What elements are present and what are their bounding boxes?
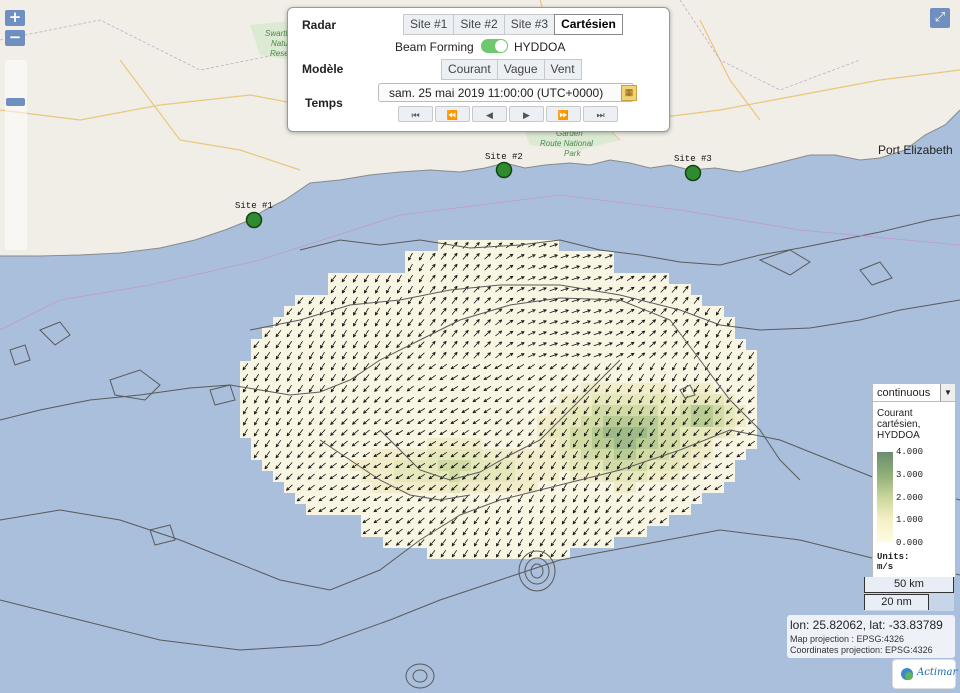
units-label: Units:	[877, 552, 910, 562]
park-label-2b: Route National	[540, 139, 593, 148]
logo-icon-inner	[905, 672, 913, 680]
legend-tick: 3.000	[896, 470, 924, 480]
legend-mode-value: continuous	[877, 387, 931, 399]
tab-site-2[interactable]: Site #2	[453, 14, 505, 35]
legend-title-line: cartésien,	[877, 419, 921, 430]
units-value: m/s	[877, 562, 894, 572]
zoom-in-button[interactable]: +	[5, 10, 25, 26]
tab-vague[interactable]: Vague	[496, 59, 545, 80]
expand-icon[interactable]: ⤢	[930, 8, 950, 28]
beam-forming-toggle[interactable]	[481, 39, 508, 53]
coordinates-readout: lon: 25.82062, lat: -33.83789 Map projec…	[787, 615, 955, 658]
tab-site-1[interactable]: Site #1	[403, 14, 455, 35]
logo-text: Actimar	[917, 667, 958, 678]
nav-first-button[interactable]: ⏮	[398, 106, 433, 122]
scale-nm: 20 nm	[864, 594, 929, 610]
nav-last-button[interactable]: ⏭	[583, 106, 618, 122]
model-tabs: Courant Vague Vent	[441, 59, 582, 80]
zoom-bar[interactable]	[5, 60, 27, 250]
site-label: Site #1	[235, 201, 273, 211]
legend-mode-select[interactable]: continuous ▼	[873, 384, 955, 402]
nav-next-button[interactable]: ▶	[509, 106, 544, 122]
legend-tick: 0.000	[896, 538, 924, 548]
scale-bar: 50 km 20 nm	[864, 577, 954, 611]
site-marker[interactable]	[495, 161, 513, 179]
legend-title-line: Courant	[877, 408, 913, 419]
site-label: Site #2	[485, 152, 523, 162]
legend-gradient	[877, 452, 893, 542]
legend-units: Units: m/s	[877, 552, 909, 572]
tab-site-3[interactable]: Site #3	[503, 14, 556, 35]
zoom-slider-handle[interactable]	[6, 98, 25, 106]
radar-label: Radar	[302, 18, 337, 32]
scale-km: 50 km	[864, 577, 954, 593]
coord-projection-text: Coordinates projection: EPSG:4326	[790, 645, 933, 655]
city-label: Port Elizabeth	[878, 143, 953, 157]
tab-vent[interactable]: Vent	[543, 59, 582, 80]
legend-tick: 4.000	[896, 447, 924, 457]
zoom-out-button[interactable]: −	[5, 30, 25, 46]
datetime-field[interactable]: sam. 25 mai 2019 11:00:00 (UTC+0000)	[378, 83, 634, 102]
site-marker[interactable]	[245, 211, 263, 229]
color-legend: continuous ▼ Courant cartésien, HYDDOA 4…	[872, 383, 956, 578]
site-label: Site #3	[674, 154, 712, 164]
nav-fast-back-button[interactable]: ⏪	[435, 106, 470, 122]
actimar-logo[interactable]: Actimar	[892, 659, 958, 689]
lonlat-text: lon: 25.82062, lat: -33.83789	[790, 618, 943, 632]
legend-title-line: HYDDOA	[877, 430, 920, 441]
chevron-down-icon[interactable]: ▼	[940, 384, 955, 401]
map-projection-text: Map projection : EPSG:4326	[790, 634, 905, 644]
legend-tick: 2.000	[896, 493, 924, 503]
nav-fast-forward-button[interactable]: ⏩	[546, 106, 581, 122]
nav-prev-button[interactable]: ◀	[472, 106, 507, 122]
legend-title: Courant cartésien, HYDDOA	[877, 408, 953, 441]
model-label: Modèle	[302, 62, 344, 76]
control-panel: Radar Site #1 Site #2 Site #3 Cartésien …	[287, 7, 670, 132]
legend-tick: 1.000	[896, 515, 924, 525]
beam-forming-mode: HYDDOA	[514, 40, 566, 54]
tab-cartesien[interactable]: Cartésien	[554, 14, 623, 35]
calendar-icon[interactable]: ▦	[621, 85, 637, 101]
radar-tabs: Site #1 Site #2 Site #3 Cartésien	[403, 14, 623, 35]
site-marker[interactable]	[684, 164, 702, 182]
park-label-2c: Park	[564, 149, 581, 158]
time-label: Temps	[305, 96, 343, 110]
tab-courant[interactable]: Courant	[441, 59, 498, 80]
beam-forming-label: Beam Forming	[395, 40, 474, 54]
toggle-knob	[495, 40, 507, 52]
